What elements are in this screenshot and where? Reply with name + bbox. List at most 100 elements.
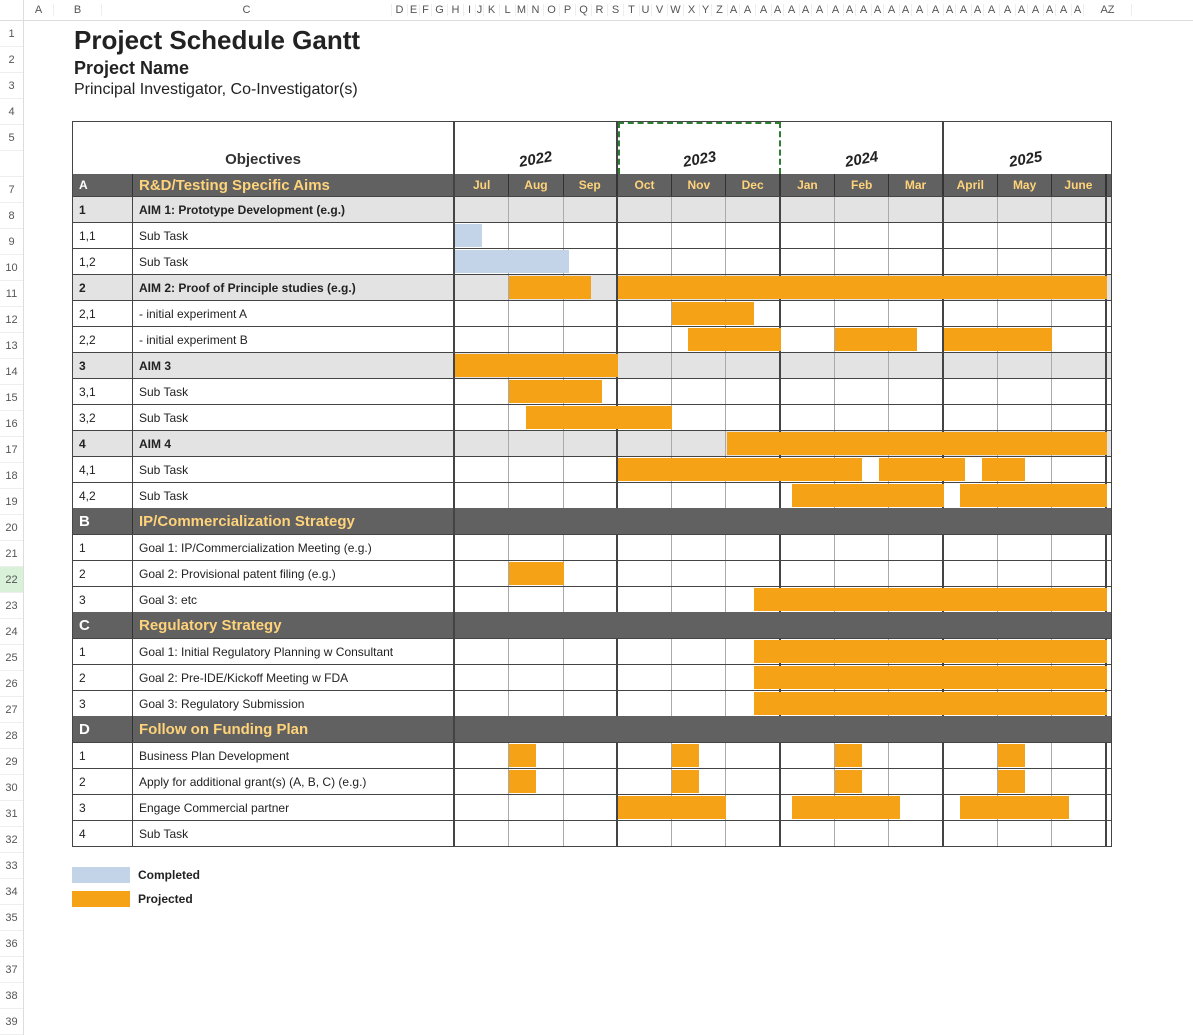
row-header[interactable]: 2 (0, 47, 23, 73)
gantt-bar-projected[interactable] (672, 302, 753, 325)
gantt-cell[interactable] (618, 249, 672, 274)
gantt-cell[interactable] (509, 223, 563, 248)
gantt-cell[interactable] (455, 587, 509, 612)
row-header[interactable]: 33 (0, 853, 23, 879)
task-row[interactable]: 4,1Sub Task (73, 456, 1111, 482)
row-header[interactable]: 7 (0, 177, 23, 203)
gantt-cell[interactable] (672, 587, 726, 612)
gantt-cell[interactable] (455, 379, 509, 404)
gantt-cell[interactable] (672, 691, 726, 716)
row-header[interactable]: 12 (0, 307, 23, 333)
gantt-bar-projected[interactable] (509, 380, 601, 403)
column-header[interactable]: N (528, 4, 544, 16)
gantt-cell[interactable] (835, 379, 889, 404)
gantt-cell[interactable] (672, 431, 726, 456)
column-header[interactable]: F (420, 4, 432, 16)
gantt-cell[interactable] (672, 483, 726, 508)
row-header[interactable]: 4 (0, 99, 23, 125)
column-header[interactable]: B (54, 4, 102, 16)
gantt-cell[interactable] (944, 535, 998, 560)
gantt-cell[interactable] (564, 327, 618, 352)
gantt-cell[interactable] (726, 353, 780, 378)
gantt-cell[interactable] (672, 353, 726, 378)
gantt-bar-projected[interactable] (754, 588, 1107, 611)
task-row[interactable]: 1Business Plan Development (73, 742, 1111, 768)
gantt-cell[interactable] (835, 301, 889, 326)
gantt-cell[interactable] (998, 405, 1052, 430)
gantt-cell[interactable] (781, 379, 835, 404)
gantt-cell[interactable] (1052, 301, 1106, 326)
gantt-cell[interactable] (726, 821, 780, 846)
gantt-cell[interactable] (672, 379, 726, 404)
gantt-bar-projected[interactable] (754, 640, 1107, 663)
gantt-cell[interactable] (781, 743, 835, 768)
gantt-cell[interactable] (835, 535, 889, 560)
row-header[interactable]: 15 (0, 385, 23, 411)
gantt-cell[interactable] (618, 691, 672, 716)
gantt-cell[interactable] (455, 275, 509, 300)
gantt-bar-projected[interactable] (960, 484, 1107, 507)
gantt-cell[interactable] (509, 327, 563, 352)
column-header[interactable]: P (560, 4, 576, 16)
gantt-cell[interactable] (726, 197, 780, 222)
gantt-cell[interactable] (998, 301, 1052, 326)
column-header[interactable]: A (900, 4, 912, 16)
column-header[interactable]: A (1000, 4, 1016, 16)
gantt-cell[interactable] (889, 249, 943, 274)
gantt-cell[interactable] (726, 561, 780, 586)
column-header[interactable]: A (1016, 4, 1028, 16)
gantt-cell[interactable] (618, 223, 672, 248)
gantt-cell[interactable] (618, 197, 672, 222)
gantt-cell[interactable] (455, 639, 509, 664)
gantt-bar-completed[interactable] (455, 250, 569, 273)
gantt-cell[interactable] (672, 535, 726, 560)
gantt-cell[interactable] (564, 821, 618, 846)
gantt-cell[interactable] (726, 405, 780, 430)
gantt-cell[interactable] (944, 405, 998, 430)
column-header[interactable]: C (102, 4, 392, 16)
gantt-cell[interactable] (455, 327, 509, 352)
gantt-cell[interactable] (509, 587, 563, 612)
gantt-cell[interactable] (564, 691, 618, 716)
gantt-cell[interactable] (726, 535, 780, 560)
column-header[interactable]: A (740, 4, 756, 16)
gantt-cell[interactable] (726, 249, 780, 274)
row-header[interactable]: 18 (0, 463, 23, 489)
select-all-corner[interactable] (0, 0, 24, 20)
gantt-cell[interactable] (781, 249, 835, 274)
row-header[interactable]: 14 (0, 359, 23, 385)
column-header[interactable]: R (592, 4, 608, 16)
row-header[interactable]: 24 (0, 619, 23, 645)
column-header[interactable]: V (652, 4, 668, 16)
gantt-cell[interactable] (835, 249, 889, 274)
gantt-cell[interactable] (564, 483, 618, 508)
gantt-bar-projected[interactable] (688, 328, 780, 351)
column-header[interactable]: T (624, 4, 640, 16)
gantt-cell[interactable] (672, 197, 726, 222)
row-header[interactable]: 20 (0, 515, 23, 541)
column-header[interactable]: W (668, 4, 684, 16)
column-header[interactable]: A (872, 4, 884, 16)
task-row[interactable]: 3,1Sub Task (73, 378, 1111, 404)
column-header[interactable]: J (476, 4, 484, 16)
gantt-cell[interactable] (998, 535, 1052, 560)
row-header[interactable]: 19 (0, 489, 23, 515)
gantt-cell[interactable] (509, 795, 563, 820)
row-header[interactable]: 31 (0, 801, 23, 827)
gantt-cell[interactable] (889, 301, 943, 326)
gantt-cell[interactable] (944, 301, 998, 326)
gantt-cell[interactable] (618, 327, 672, 352)
gantt-cell[interactable] (1052, 535, 1106, 560)
column-header[interactable]: I (464, 4, 476, 16)
row-header[interactable]: 27 (0, 697, 23, 723)
gantt-cell[interactable] (455, 743, 509, 768)
gantt-cell[interactable] (672, 249, 726, 274)
gantt-cell[interactable] (944, 561, 998, 586)
column-header[interactable]: A (784, 4, 800, 16)
gantt-cell[interactable] (618, 639, 672, 664)
gantt-cell[interactable] (509, 197, 563, 222)
gantt-cell[interactable] (618, 483, 672, 508)
gantt-cell[interactable] (726, 483, 780, 508)
gantt-bar-projected[interactable] (754, 666, 1107, 689)
gantt-cell[interactable] (889, 821, 943, 846)
